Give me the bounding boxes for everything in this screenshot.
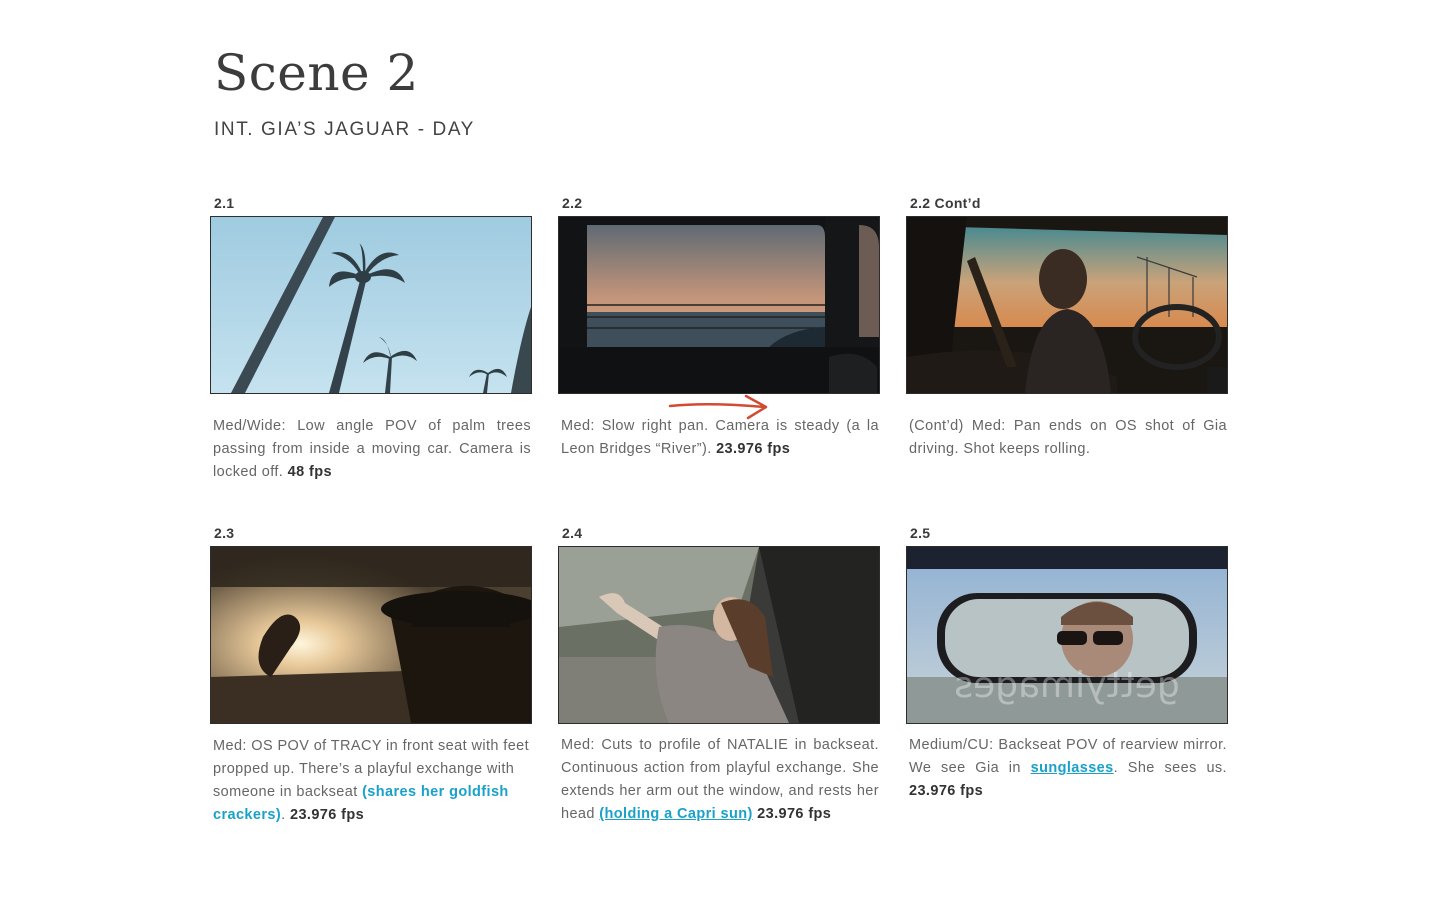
scene-title: Scene 2: [214, 44, 419, 102]
shot-number: 2.5: [910, 525, 931, 541]
frame-rate: 48 fps: [287, 464, 332, 480]
shot-description: (Cont’d) Med: Pan ends on OS shot of Gia…: [909, 415, 1227, 461]
palm-trees-image: [211, 217, 531, 393]
shot-number: 2.3: [214, 525, 235, 541]
frame-rate: 23.976 fps: [716, 441, 791, 457]
prop-note-link[interactable]: sunglasses: [1031, 760, 1114, 776]
tracy-feet-up-image: [211, 547, 531, 723]
gia-driving-image: [907, 217, 1227, 393]
scene-heading: INT. GIA’S JAGUAR - DAY: [214, 119, 475, 140]
shot-description: Med: OS POV of TRACY in front seat with …: [213, 735, 531, 827]
rearview-mirror-image: gettyimages: [907, 547, 1227, 723]
shot-image-tracy-feet: [210, 546, 532, 724]
shot-number: 2.2 Cont’d: [910, 195, 981, 211]
shot-description: Medium/CU: Backseat POV of rearview mirr…: [909, 734, 1227, 803]
shot-description: Med/Wide: Low angle POV of palm trees pa…: [213, 415, 531, 484]
description-text: (Cont’d) Med: Pan ends on OS shot of Gia…: [909, 418, 1227, 457]
prop-note-link[interactable]: (holding a Capri sun): [599, 806, 752, 822]
description-text-end: . She sees us.: [1113, 760, 1227, 776]
shot-image-palm-trees: [210, 216, 532, 394]
frame-rate: 23.976 fps: [757, 806, 832, 822]
pan-right-arrow-icon: [668, 394, 768, 420]
frame-rate: 23.976 fps: [909, 783, 984, 799]
watermark: gettyimages: [954, 665, 1179, 706]
natalie-arm-out-image: [559, 547, 879, 723]
shot-image-natalie-window: [558, 546, 880, 724]
shot-image-rearview-mirror: gettyimages: [906, 546, 1228, 724]
punctuation: .: [281, 807, 286, 823]
frame-rate: 23.976 fps: [289, 807, 365, 823]
shot-image-gia-driving: [906, 216, 1228, 394]
sunset-window-image: [559, 217, 879, 393]
shot-image-sunset-window: [558, 216, 880, 394]
shot-number: 2.4: [562, 525, 583, 541]
shot-number: 2.2: [562, 195, 583, 211]
shot-description: Med: Cuts to profile of NATALIE in backs…: [561, 734, 879, 826]
shot-number: 2.1: [214, 195, 235, 211]
description-text: Med/Wide: Low angle POV of palm trees pa…: [213, 418, 531, 480]
